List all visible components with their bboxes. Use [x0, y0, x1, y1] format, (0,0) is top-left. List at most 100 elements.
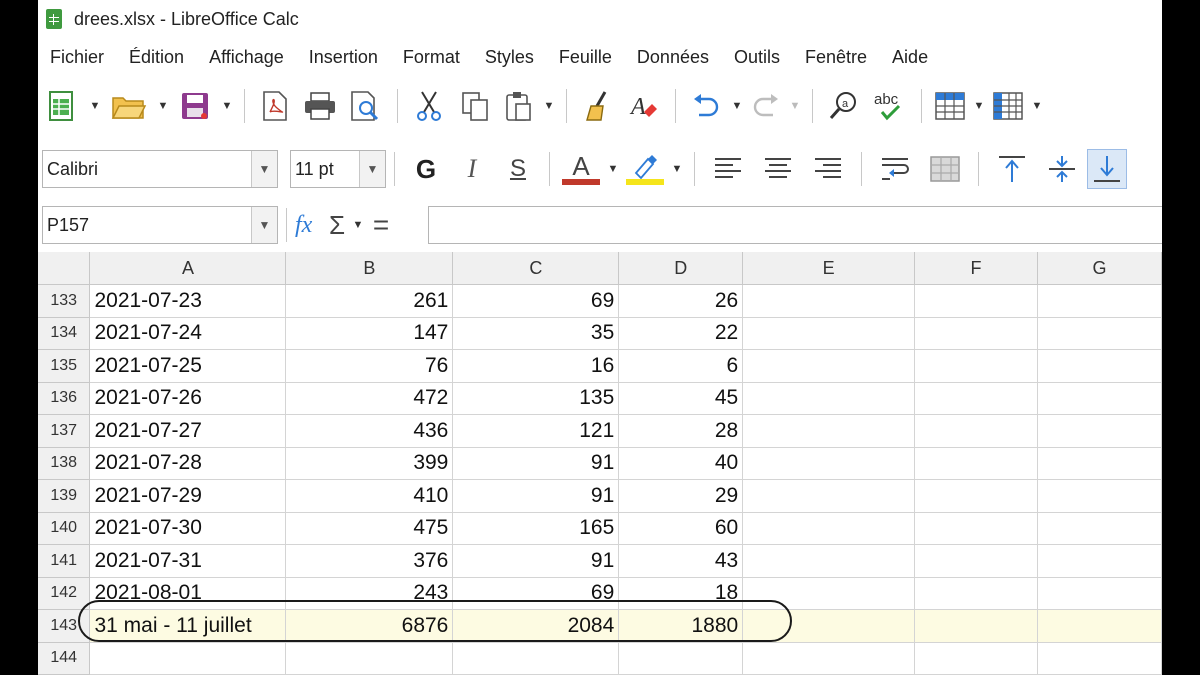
- menu-fichier[interactable]: Fichier: [50, 47, 104, 68]
- cell-e134[interactable]: [742, 317, 916, 350]
- cell-c138[interactable]: 91: [452, 447, 620, 480]
- paste-dropdown-icon[interactable]: ▼: [540, 86, 558, 126]
- row-dropdown-icon[interactable]: ▼: [970, 86, 988, 126]
- sum-icon[interactable]: Σ: [325, 210, 349, 241]
- cell-b134[interactable]: 147: [285, 317, 454, 350]
- cell-c143[interactable]: 2084: [452, 609, 620, 643]
- cell-f135[interactable]: [914, 349, 1039, 383]
- cell-d138[interactable]: 40: [618, 447, 744, 480]
- bold-button[interactable]: G: [403, 154, 449, 185]
- cell-c142[interactable]: 69: [452, 577, 620, 610]
- cell-c136[interactable]: 135: [452, 382, 620, 415]
- highlight-button[interactable]: [622, 153, 668, 185]
- cell-d140[interactable]: 60: [618, 512, 744, 545]
- cell-d141[interactable]: 43: [618, 544, 744, 578]
- cell-b138[interactable]: 399: [285, 447, 454, 480]
- row-header[interactable]: 144: [38, 642, 91, 675]
- row-header[interactable]: 139: [38, 479, 91, 513]
- cell-b140[interactable]: 475: [285, 512, 454, 545]
- open-folder-icon[interactable]: [104, 86, 154, 126]
- shadow-button[interactable]: S: [495, 155, 541, 183]
- row-header[interactable]: 135: [38, 349, 91, 383]
- cell-a142[interactable]: 2021-08-01: [89, 577, 287, 610]
- cell-d133[interactable]: 26: [618, 284, 744, 318]
- merge-cells-icon[interactable]: [920, 149, 970, 189]
- cell-d137[interactable]: 28: [618, 414, 744, 448]
- column-header-e[interactable]: E: [742, 252, 916, 285]
- cell-e136[interactable]: [742, 382, 916, 415]
- cell-c134[interactable]: 35: [452, 317, 620, 350]
- cell-c137[interactable]: 121: [452, 414, 620, 448]
- copy-icon[interactable]: [452, 86, 498, 126]
- cell-f141[interactable]: [914, 544, 1039, 578]
- row-header[interactable]: 134: [38, 317, 91, 350]
- cell-f134[interactable]: [914, 317, 1039, 350]
- menu-fenetre[interactable]: Fenêtre: [805, 47, 867, 68]
- align-center-icon[interactable]: [753, 149, 803, 189]
- row-header[interactable]: 140: [38, 512, 91, 545]
- cell-b142[interactable]: 243: [285, 577, 454, 610]
- print-icon[interactable]: [297, 86, 343, 126]
- font-size-combo[interactable]: 11 pt ▼: [290, 150, 386, 188]
- menu-aide[interactable]: Aide: [892, 47, 928, 68]
- column-header-b[interactable]: B: [285, 252, 454, 285]
- font-color-dropdown-icon[interactable]: ▼: [604, 149, 622, 189]
- cell-b136[interactable]: 472: [285, 382, 454, 415]
- cell-e133[interactable]: [742, 284, 916, 318]
- italic-button[interactable]: I: [449, 154, 495, 184]
- cell-a137[interactable]: 2021-07-27: [89, 414, 287, 448]
- cell-g135[interactable]: [1037, 349, 1162, 383]
- menu-format[interactable]: Format: [403, 47, 460, 68]
- cell-g134[interactable]: [1037, 317, 1162, 350]
- find-replace-icon[interactable]: a: [821, 86, 867, 126]
- chevron-down-icon[interactable]: ▼: [359, 151, 385, 187]
- new-spreadsheet-icon[interactable]: [38, 86, 86, 126]
- cell-g137[interactable]: [1037, 414, 1162, 448]
- cut-icon[interactable]: [406, 86, 452, 126]
- formula-input[interactable]: [428, 206, 1162, 244]
- menu-edition[interactable]: Édition: [129, 47, 184, 68]
- wrap-text-icon[interactable]: [870, 149, 920, 189]
- cell-a139[interactable]: 2021-07-29: [89, 479, 287, 513]
- cell-g143[interactable]: [1037, 609, 1162, 643]
- cell-a144[interactable]: [89, 642, 287, 675]
- clear-formatting-icon[interactable]: A: [621, 86, 667, 126]
- menu-donnees[interactable]: Données: [637, 47, 709, 68]
- formula-equals-icon[interactable]: =: [367, 209, 395, 241]
- undo-icon[interactable]: [684, 86, 728, 126]
- cell-f138[interactable]: [914, 447, 1039, 480]
- column-header-f[interactable]: F: [914, 252, 1039, 285]
- cell-a140[interactable]: 2021-07-30: [89, 512, 287, 545]
- column-header-g[interactable]: G: [1037, 252, 1162, 285]
- cell-f144[interactable]: [914, 642, 1039, 675]
- cell-e143[interactable]: [742, 609, 916, 643]
- cell-e135[interactable]: [742, 349, 916, 383]
- cell-g144[interactable]: [1037, 642, 1162, 675]
- row-icon[interactable]: [930, 86, 970, 126]
- cell-f139[interactable]: [914, 479, 1039, 513]
- cell-d143[interactable]: 1880: [618, 609, 744, 643]
- menu-insertion[interactable]: Insertion: [309, 47, 378, 68]
- redo-dropdown-icon[interactable]: ▼: [786, 86, 804, 126]
- cell-e139[interactable]: [742, 479, 916, 513]
- clone-formatting-icon[interactable]: [575, 86, 621, 126]
- open-dropdown-icon[interactable]: ▼: [154, 86, 172, 126]
- cell-e142[interactable]: [742, 577, 916, 610]
- select-all-corner[interactable]: [38, 252, 91, 285]
- align-bottom-icon[interactable]: [1087, 149, 1127, 189]
- cell-f140[interactable]: [914, 512, 1039, 545]
- paste-icon[interactable]: [498, 86, 540, 126]
- cell-g141[interactable]: [1037, 544, 1162, 578]
- new-dropdown-icon[interactable]: ▼: [86, 86, 104, 126]
- cell-b139[interactable]: 410: [285, 479, 454, 513]
- align-left-icon[interactable]: [703, 149, 753, 189]
- cell-b135[interactable]: 76: [285, 349, 454, 383]
- row-header[interactable]: 137: [38, 414, 91, 448]
- cell-d136[interactable]: 45: [618, 382, 744, 415]
- font-color-button[interactable]: A: [558, 153, 604, 185]
- menu-affichage[interactable]: Affichage: [209, 47, 284, 68]
- chevron-down-icon[interactable]: ▼: [251, 207, 277, 243]
- save-icon[interactable]: [172, 86, 218, 126]
- row-header[interactable]: 142: [38, 577, 91, 610]
- cell-c133[interactable]: 69: [452, 284, 620, 318]
